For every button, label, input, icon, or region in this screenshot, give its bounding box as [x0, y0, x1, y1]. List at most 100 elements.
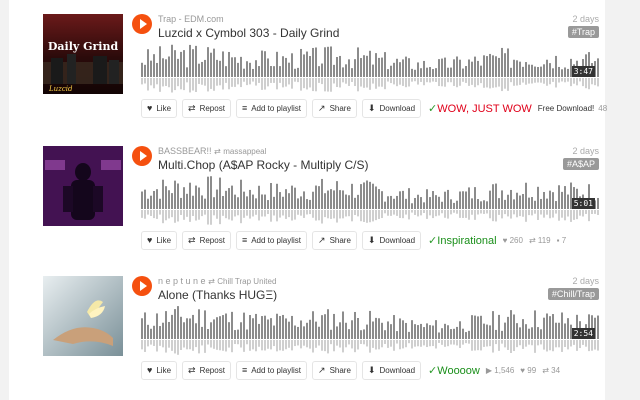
add-to-playlist-button[interactable]: ≡ Add to playlist	[235, 230, 308, 250]
track-stats: ▶ 1,546 ♥ 99 ⇄ 34	[486, 366, 560, 375]
repost-icon: ⇄	[188, 364, 196, 375]
art-title: Daily Grind	[48, 40, 119, 53]
playlist-icon: ≡	[241, 235, 248, 245]
track-date: 2 days	[572, 146, 599, 156]
like-button[interactable]: ♥ Like	[141, 360, 178, 380]
track-item: n e p t u n e ⇄ Chill Trap United Alone …	[43, 276, 599, 396]
track-title[interactable]: Luzcid x Cymbol 303 - Daily Grind	[158, 26, 339, 40]
playlist-icon: ≡	[241, 365, 248, 375]
repost-icon: ⇄	[542, 365, 549, 375]
comment-text: WOW, JUST WOW	[437, 102, 532, 115]
track-artwork[interactable]: Daily Grind Luzcid	[43, 14, 123, 94]
repost-icon: ⇄	[208, 277, 215, 286]
download-icon: ⬇	[367, 102, 376, 113]
repost-label: Repost	[199, 235, 225, 245]
share-icon: ↗	[318, 234, 326, 245]
playlist-icon: ≡	[241, 103, 248, 113]
add-to-playlist-button[interactable]: ≡ Add to playlist	[235, 360, 308, 380]
download-icon: ⬇	[367, 234, 376, 245]
like-label: Like	[156, 365, 172, 375]
add-to-playlist-label: Add to playlist	[251, 365, 302, 375]
add-to-playlist-button[interactable]: ≡ Add to playlist	[235, 98, 308, 118]
track-comment: ✓Woooow	[428, 364, 480, 377]
reposts-count: 34	[551, 365, 561, 375]
track-tag[interactable]: #A$AP	[562, 158, 599, 170]
share-label: Share	[329, 365, 351, 375]
play-button[interactable]	[132, 14, 152, 34]
track-artwork[interactable]	[43, 146, 123, 226]
reposter-name[interactable]: massappeal	[223, 147, 266, 156]
repost-icon: ⇄	[188, 102, 196, 113]
waveform[interactable]	[141, 305, 599, 355]
track-tag[interactable]: #Trap	[567, 26, 599, 38]
play-button[interactable]	[132, 276, 152, 296]
reposts-stat: ⇄ 119	[529, 236, 551, 245]
plays-stat: ▶ 1,546	[486, 366, 514, 375]
track-duration: 5:01	[571, 198, 595, 209]
track-artwork[interactable]	[43, 276, 123, 356]
download-button[interactable]: ⬇ Download	[361, 230, 422, 250]
track-item: BASSBEAR!! ⇄ massappeal Multi.Chop (A$AP…	[43, 146, 599, 266]
track-user-name[interactable]: n e p t u n e	[158, 276, 206, 286]
track-title[interactable]: Alone (Thanks HUGΞ)	[158, 288, 277, 302]
track-stats: 48	[598, 104, 607, 113]
download-button[interactable]: ⬇ Download	[361, 98, 422, 118]
add-to-playlist-label: Add to playlist	[251, 103, 302, 113]
share-icon: ↗	[318, 102, 326, 113]
track-user[interactable]: Trap - EDM.com	[158, 14, 224, 24]
track-actions: ♥ Like ⇄ Repost ≡ Add to playlist ↗ Share ⬇ D…	[141, 230, 566, 250]
share-label: Share	[329, 103, 351, 113]
play-count-icon: ▶	[485, 365, 493, 375]
art-badge: Luzcid	[48, 85, 73, 93]
check-icon: ✓	[428, 102, 438, 115]
likes-count: 99	[527, 365, 537, 375]
download-button[interactable]: ⬇ Download	[361, 360, 422, 380]
repost-icon: ⇄	[188, 234, 196, 245]
repost-label: Repost	[199, 365, 225, 375]
free-download-link[interactable]: Free Download!	[538, 104, 594, 113]
repost-icon: ⇄	[528, 235, 536, 245]
share-button[interactable]: ↗ Share	[312, 360, 357, 380]
likes-stat: ♥ 260	[503, 236, 523, 245]
like-button[interactable]: ♥ Like	[141, 230, 178, 250]
download-label: Download	[379, 235, 416, 245]
like-label: Like	[156, 103, 172, 113]
comment-text: Woooow	[437, 364, 480, 377]
like-label: Like	[156, 235, 172, 245]
download-label: Download	[379, 103, 416, 113]
track-date: 2 days	[572, 14, 599, 24]
share-button[interactable]: ↗ Share	[312, 230, 357, 250]
track-date: 2 days	[572, 276, 599, 286]
reposts-stat: ⇄ 34	[542, 366, 560, 375]
play-button[interactable]	[132, 146, 152, 166]
track-tag[interactable]: #Chill/Trap	[547, 288, 599, 300]
likes-count: 260	[509, 235, 523, 245]
heart-icon: ♥	[147, 103, 153, 113]
track-title[interactable]: Multi.Chop (A$AP Rocky - Multiply C/S)	[158, 158, 369, 172]
stream-page: Daily Grind Luzcid Trap - EDM.com Luzcid…	[9, 0, 607, 400]
repost-button[interactable]: ⇄ Repost	[182, 230, 231, 250]
track-duration: 3:47	[571, 66, 595, 77]
check-icon: ✓	[428, 364, 438, 377]
add-to-playlist-label: Add to playlist	[251, 235, 302, 245]
comments-count: 7	[561, 235, 567, 245]
track-user-name[interactable]: BASSBEAR!!	[158, 146, 212, 156]
track-user[interactable]: BASSBEAR!! ⇄ massappeal	[158, 146, 266, 156]
share-button[interactable]: ↗ Share	[312, 98, 357, 118]
repost-button[interactable]: ⇄ Repost	[182, 98, 231, 118]
heart-icon: ♥	[147, 365, 153, 375]
repost-icon: ⇄	[214, 147, 221, 156]
comments-stat: ▪ 7	[557, 236, 567, 245]
download-label: Download	[379, 365, 416, 375]
waveform[interactable]	[141, 43, 599, 93]
track-actions: ♥ Like ⇄ Repost ≡ Add to playlist ↗ Share ⬇ D…	[141, 360, 560, 380]
repost-button[interactable]: ⇄ Repost	[182, 360, 231, 380]
like-button[interactable]: ♥ Like	[141, 98, 178, 118]
stat-count: 48	[598, 103, 608, 113]
waveform[interactable]	[141, 175, 599, 225]
track-comment: ✓Inspirational	[428, 234, 497, 247]
check-icon: ✓	[428, 234, 438, 247]
track-user[interactable]: n e p t u n e ⇄ Chill Trap United	[158, 276, 276, 286]
repost-label: Repost	[199, 103, 225, 113]
reposter-name[interactable]: Chill Trap United	[217, 277, 276, 286]
